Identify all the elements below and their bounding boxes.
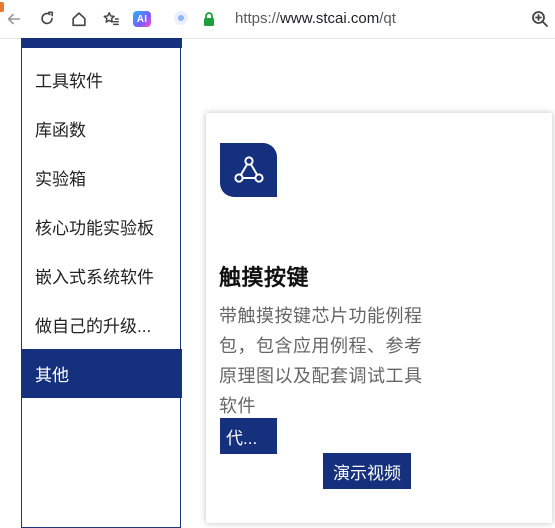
url-scheme: https:// xyxy=(235,10,281,27)
sidebar-item-lab-box[interactable]: 实验箱 xyxy=(21,153,182,202)
share-nodes-icon xyxy=(220,143,277,197)
ai-badge-icon[interactable]: AI xyxy=(133,11,151,27)
url-path: /qt xyxy=(379,10,396,27)
product-card: 触摸按键 带触摸按键芯片功能例程包，包含应用例程、参考原理图以及配套调试工具软件… xyxy=(206,113,552,523)
address-bar[interactable]: https://www.stcai.com/qt xyxy=(235,10,396,27)
site-info-icon[interactable] xyxy=(174,11,188,25)
sidebar-item-core-board[interactable]: 核心功能实验板 xyxy=(21,202,182,251)
sidebar-item-library[interactable]: 库函数 xyxy=(21,104,182,153)
demo-video-button[interactable]: 演示视频 xyxy=(323,453,411,489)
back-icon[interactable] xyxy=(4,9,24,29)
favorites-icon[interactable] xyxy=(101,9,121,29)
sidebar-top-bar xyxy=(21,38,182,48)
sidebar-item-tools[interactable]: 工具软件 xyxy=(21,55,182,104)
sidebar-list: 工具软件 库函数 实验箱 核心功能实验板 嵌入式系统软件 做自己的升级... 其… xyxy=(21,55,182,398)
url-host: www.stcai.com xyxy=(280,10,380,27)
lock-icon[interactable] xyxy=(202,11,216,27)
refresh-icon[interactable] xyxy=(37,9,57,29)
code-download-button[interactable]: 代... xyxy=(220,418,277,454)
category-sidebar: 工具软件 库函数 实验箱 核心功能实验板 嵌入式系统软件 做自己的升级... 其… xyxy=(21,38,182,528)
zoom-icon[interactable] xyxy=(530,9,550,29)
sidebar-item-other[interactable]: 其他 xyxy=(21,349,182,398)
sidebar-item-upgrade[interactable]: 做自己的升级... xyxy=(21,300,182,349)
browser-toolbar: AI https://www.stcai.com/qt xyxy=(0,0,555,39)
home-icon[interactable] xyxy=(69,9,89,29)
card-title: 触摸按键 xyxy=(219,265,310,290)
card-description: 带触摸按键芯片功能例程包，包含应用例程、参考原理图以及配套调试工具软件 xyxy=(219,306,423,416)
sidebar-item-embedded-software[interactable]: 嵌入式系统软件 xyxy=(21,251,182,300)
